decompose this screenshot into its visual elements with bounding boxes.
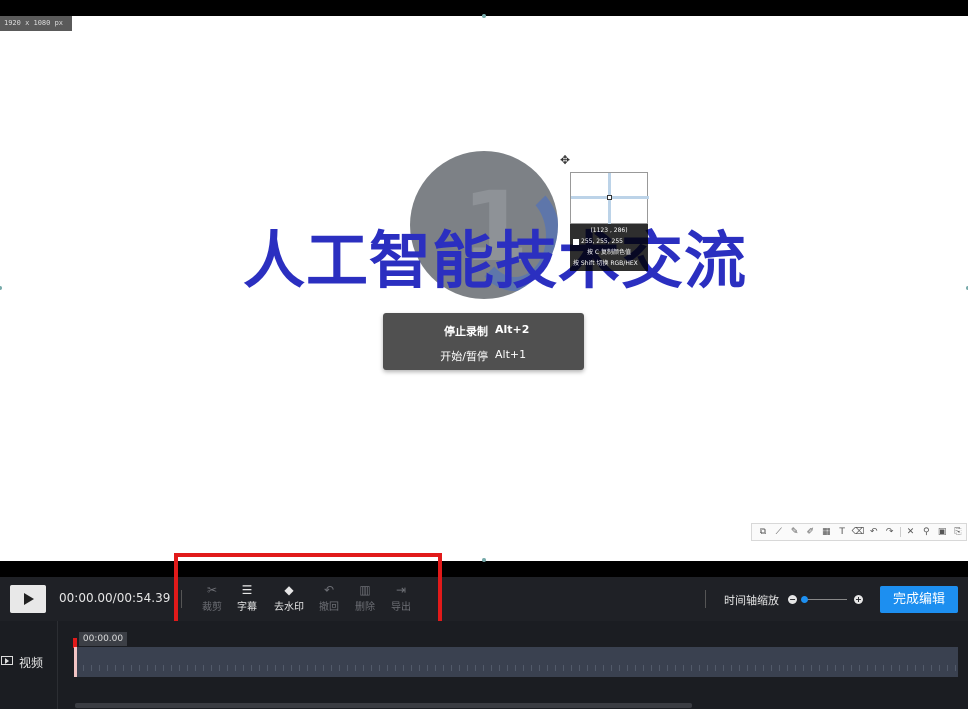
playhead-time: 00:00.00 (79, 632, 127, 646)
color-picker-magnifier (570, 172, 649, 225)
redo-icon[interactable]: ↷ (882, 524, 898, 540)
text-icon[interactable]: T (834, 524, 850, 540)
color-swatch (573, 238, 579, 245)
play-icon (24, 593, 34, 605)
move-icon: ✥ (560, 153, 571, 167)
picker-hint-shift: 按 Shift 切换 RGB/HEX (573, 260, 638, 267)
save-icon[interactable]: ▣ (934, 524, 950, 540)
timeline: 视频 00:00.00 (0, 621, 968, 709)
color-picker-info: (1123 , 286) 255, 255, 255 按 C 复制颜色值 按 S… (570, 224, 648, 271)
zoom-out-icon[interactable]: − (788, 595, 797, 604)
video-track[interactable] (75, 647, 958, 677)
zoom-in-icon[interactable]: + (854, 595, 863, 604)
crop-icon[interactable]: ⧉ (755, 524, 771, 540)
shortcut-stop-key: Alt+2 (495, 323, 530, 336)
shortcut-pause-key: Alt+1 (495, 348, 527, 361)
timecode: 00:00.00/00:54.39 (59, 591, 171, 605)
resolution-label: 1920 x 1080 px (0, 16, 72, 31)
play-button[interactable] (10, 585, 46, 613)
picker-rgb-row: 255, 255, 255 (573, 236, 645, 247)
undo-icon[interactable]: ↶ (866, 524, 882, 540)
timeline-zoom-label: 时间轴缩放 (724, 594, 779, 607)
shortcut-stop-name: 停止录制 (444, 325, 488, 338)
line-icon[interactable]: ⟋ (771, 524, 787, 540)
resize-handle-left[interactable] (0, 286, 2, 290)
playhead[interactable] (74, 647, 77, 677)
resize-handle-top[interactable] (482, 14, 486, 18)
highlighter-icon[interactable]: ✐ (803, 524, 819, 540)
picker-rgb: 255, 255, 255 (581, 238, 623, 245)
magnifier-center (607, 195, 612, 200)
track-header: 视频 (0, 621, 58, 709)
shortcut-popup: 停止录制 Alt+2 开始/暂停 Alt+1 (383, 313, 584, 370)
toolbar-divider (899, 527, 901, 537)
picker-coords: (1123 , 286) (590, 227, 628, 234)
eraser-icon[interactable]: ⌫ (850, 524, 866, 540)
video-headline: 人工智能技术交流 (243, 224, 748, 297)
pen-icon[interactable]: ✎ (787, 524, 803, 540)
timeline-scrollbar[interactable] (75, 703, 692, 708)
picker-hint-copy: 按 C 复制颜色值 (586, 249, 631, 256)
zoom-slider-handle[interactable] (801, 596, 808, 603)
close-icon[interactable]: ✕ (903, 524, 919, 540)
divider (705, 590, 706, 608)
copy-icon[interactable]: ⎘ (950, 524, 966, 540)
video-track-label: 视频 (19, 656, 44, 670)
annotation-toolbar: ⧉ ⟋ ✎ ✐ ▦ T ⌫ ↶ ↷ ✕ ⚲ ▣ ⎘ (751, 523, 967, 541)
resize-handle-bottom[interactable] (482, 558, 486, 562)
video-icon (1, 656, 13, 665)
mosaic-icon[interactable]: ▦ (818, 524, 834, 540)
shortcut-pause-name: 开始/暂停 (440, 350, 488, 363)
screen-recorder-editor: 1920 x 1080 px 1 人工智能技术交流 ✥ (1123 , 286)… (0, 0, 968, 709)
finish-editing-button[interactable]: 完成编辑 (880, 586, 958, 613)
pin-icon[interactable]: ⚲ (918, 524, 934, 540)
control-bar: 00:00.00/00:54.39 ✂ 裁剪 ☰ 字幕 ◆ 去水印 ↶ 撤回 ▥… (0, 577, 968, 621)
zoom-slider-track[interactable] (803, 599, 847, 600)
